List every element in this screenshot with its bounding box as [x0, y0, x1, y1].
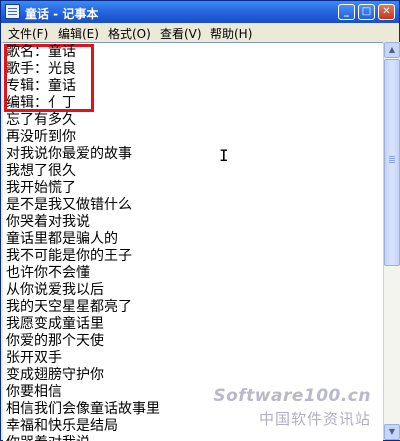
maximize-icon: □ — [361, 6, 372, 17]
minimize-button[interactable]: _ — [338, 4, 355, 20]
scroll-up-button[interactable]: ▲ — [384, 42, 400, 58]
text-line: 我的天空星星都亮了 — [6, 299, 132, 315]
menu-view[interactable]: 查看(V) — [160, 25, 202, 42]
text-line: 从你说爱我以后 — [6, 282, 104, 298]
menu-edit[interactable]: 编辑(E) — [58, 25, 99, 42]
menu-bar: 文件(F) 编辑(E) 格式(O) 查看(V) 帮助(H) — [1, 23, 399, 43]
scroll-thumb[interactable] — [384, 59, 400, 266]
text-line: 歌手：光良 — [6, 61, 76, 77]
window-title: 童话 - 记事本 — [25, 7, 99, 21]
scroll-down-button[interactable]: ▼ — [384, 424, 400, 440]
text-line: 我愿变成童话里 — [6, 316, 104, 332]
text-line: 是不是我又做错什么 — [6, 197, 132, 213]
text-cursor-icon: I — [219, 146, 229, 165]
text-line: 你哭着对我说 — [6, 214, 90, 230]
watermark-cn: 中国软件资讯站 — [258, 410, 371, 428]
menu-file[interactable]: 文件(F) — [8, 25, 48, 42]
text-line: 张开双手 — [6, 350, 62, 366]
close-icon: ✕ — [382, 6, 391, 17]
maximize-button[interactable]: □ — [358, 4, 375, 20]
text-line: 再没听到你 — [6, 129, 76, 145]
text-editor-area[interactable]: I Software100.cn 中国软件资讯站 歌名：童话 歌手：光良 专辑：童话… — [3, 42, 383, 441]
menu-format[interactable]: 格式(O) — [108, 25, 151, 42]
text-line: 幸福和快乐是结局 — [6, 418, 118, 434]
text-line: 专辑：童话 — [6, 78, 76, 94]
close-button[interactable]: ✕ — [378, 4, 395, 20]
text-line: 忘了有多久 — [6, 112, 76, 128]
text-line: 相信我们会像童话故事里 — [6, 401, 160, 417]
text-line: 你爱的那个天使 — [6, 333, 104, 349]
text-line: 你哭着对我说 — [6, 435, 90, 441]
text-line: 我不可能是你的王子 — [6, 248, 132, 264]
notepad-icon[interactable] — [5, 4, 20, 19]
text-line: 对我说你最爱的故事 — [6, 146, 132, 162]
watermark: Software100.cn 中国软件资讯站 — [213, 386, 371, 429]
text-line: 我想了很久 — [6, 163, 76, 179]
text-line: 也许你不会懂 — [6, 265, 90, 281]
minimize-icon: _ — [344, 6, 349, 17]
text-line: 童话里都是骗人的 — [6, 231, 118, 247]
scroll-grip-icon — [389, 156, 395, 157]
watermark-en: Software100.cn — [213, 386, 371, 406]
text-line: 歌名：童话 — [6, 44, 76, 60]
text-line: 你要相信 — [6, 384, 62, 400]
notepad-window: 童话 - 记事本 _ □ ✕ 文件(F) 编辑(E) 格式(O) 查看(V) 帮… — [0, 0, 400, 441]
text-line: 变成翅膀守护你 — [6, 367, 104, 383]
text-line: 我开始慌了 — [6, 180, 76, 196]
title-bar[interactable]: 童话 - 记事本 _ □ ✕ — [1, 1, 399, 23]
menu-help[interactable]: 帮助(H) — [210, 25, 252, 42]
text-line: 编辑：亻丁 — [6, 95, 76, 111]
vertical-scrollbar[interactable]: ▲ ▼ — [383, 42, 400, 440]
